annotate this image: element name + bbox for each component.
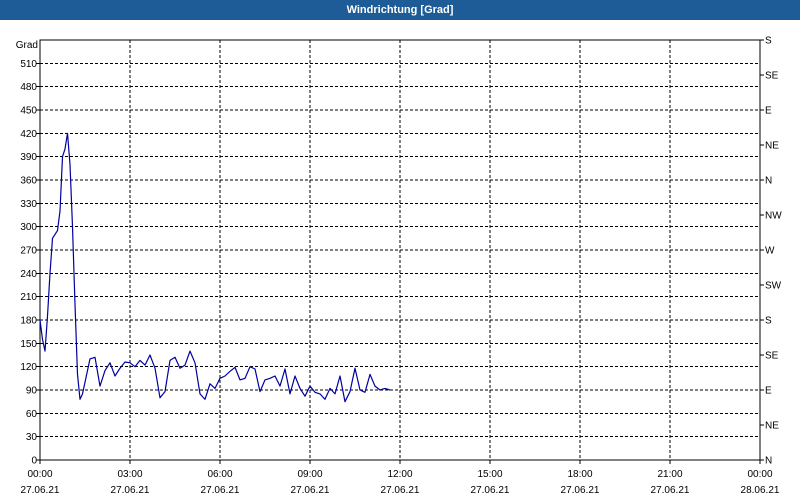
y-tick-label: 30 <box>26 432 38 443</box>
y-tick-label: 450 <box>20 106 37 117</box>
y2-tick-label: SE <box>765 351 779 362</box>
x-tick-time-label: 00:00 <box>747 469 772 480</box>
y2-tick-label: NE <box>765 141 779 152</box>
x-tick-time-label: 15:00 <box>477 469 502 480</box>
x-tick-time-label: 12:00 <box>387 469 412 480</box>
y-tick-label: 210 <box>20 292 37 303</box>
x-tick-date-label: 27.06.21 <box>381 485 420 496</box>
y2-tick-label: E <box>765 386 772 397</box>
x-tick-time-label: 00:00 <box>27 469 52 480</box>
x-tick-time-label: 03:00 <box>117 469 142 480</box>
y2-tick-label: SE <box>765 71 779 82</box>
x-tick-date-label: 27.06.21 <box>561 485 600 496</box>
x-tick-date-label: 28.06.21 <box>741 485 780 496</box>
y-tick-label: 300 <box>20 222 37 233</box>
y-tick-label: 180 <box>20 316 37 327</box>
y-tick-label: 420 <box>20 129 37 140</box>
y2-tick-label: W <box>765 246 775 257</box>
y-tick-label: 360 <box>20 176 37 187</box>
x-tick-date-label: 27.06.21 <box>201 485 240 496</box>
y-tick-label: 390 <box>20 152 37 163</box>
wind-direction-chart: 0 30 60 90 120 150 180 210 240 270 300 330 360 390 420… <box>0 20 800 500</box>
x-tick-date-label: 27.06.21 <box>21 485 60 496</box>
x-tick-time-label: 09:00 <box>297 469 322 480</box>
chart-window: Windrichtung [Grad] 0 30 60 90 120 150 180 210 2… <box>0 0 800 500</box>
y2-tick-label: NW <box>765 211 782 222</box>
x-tick-date-label: 27.06.21 <box>291 485 330 496</box>
y-tick-label: 150 <box>20 339 37 350</box>
x-tick-date-label: 27.06.21 <box>651 485 690 496</box>
y2-tick-label: S <box>765 316 772 327</box>
chart-title: Windrichtung [Grad] <box>0 0 800 20</box>
x-tick-date-label: 27.06.21 <box>471 485 510 496</box>
y2-tick-label: N <box>765 176 772 187</box>
y-tick-label: 0 <box>31 456 37 467</box>
y2-tick-label: SW <box>765 281 782 292</box>
y2-tick-label: N <box>765 456 772 467</box>
y-tick-label: 270 <box>20 246 37 257</box>
y2-tick-label: S <box>765 36 772 47</box>
y-tick-label: 510 <box>20 59 37 70</box>
y-tick-label: 120 <box>20 362 37 373</box>
y2-tick-label: E <box>765 106 772 117</box>
x-tick-time-label: 18:00 <box>567 469 592 480</box>
y-tick-label: 60 <box>26 409 38 420</box>
y-axis-label: Grad <box>16 40 38 51</box>
y-tick-label: 480 <box>20 82 37 93</box>
y-tick-label: 330 <box>20 199 37 210</box>
x-tick-date-label: 27.06.21 <box>111 485 150 496</box>
y2-tick-label: NE <box>765 421 779 432</box>
y-tick-label: 240 <box>20 269 37 280</box>
x-tick-time-label: 21:00 <box>657 469 682 480</box>
y-tick-label: 90 <box>26 386 38 397</box>
x-tick-time-label: 06:00 <box>207 469 232 480</box>
